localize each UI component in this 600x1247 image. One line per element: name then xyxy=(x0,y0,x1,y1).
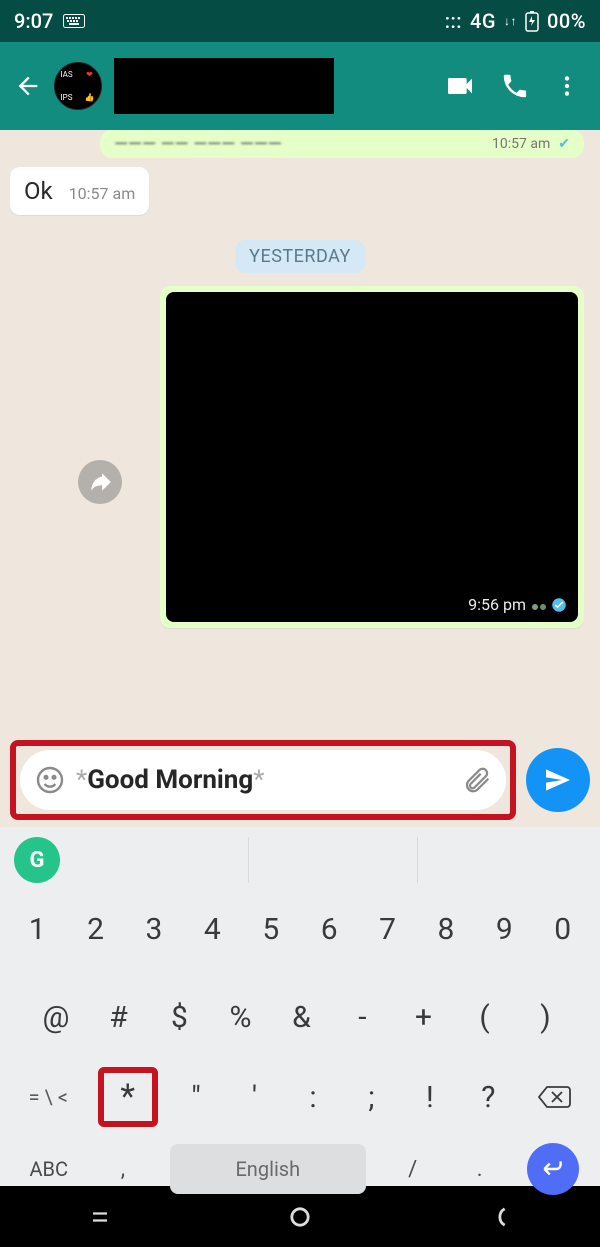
signal-icon: ::: xyxy=(445,9,462,33)
key-backspace[interactable] xyxy=(527,1079,583,1115)
format-asterisk: * xyxy=(253,765,264,795)
key-7[interactable]: 7 xyxy=(368,908,408,951)
arrows-icon: ↓↑ xyxy=(504,14,517,28)
video-call-button[interactable] xyxy=(438,64,482,108)
incoming-image-message[interactable]: 9:56 pm xyxy=(160,286,584,628)
key-row-bottom: ABC , English / . xyxy=(0,1139,600,1199)
key-comma[interactable]: , xyxy=(103,1153,143,1186)
delivered-icon: ✔ xyxy=(558,136,570,152)
message-input-pill[interactable]: * Good Morning * xyxy=(20,750,506,810)
key-row-numbers: 1 2 3 4 5 6 7 8 9 0 xyxy=(0,899,600,959)
key-5[interactable]: 5 xyxy=(251,908,291,951)
nav-recents-button[interactable] xyxy=(86,1203,114,1231)
forward-button[interactable] xyxy=(78,460,122,504)
key-6[interactable]: 6 xyxy=(309,908,349,951)
key-semicolon[interactable]: ; xyxy=(351,1076,391,1119)
key-8[interactable]: 8 xyxy=(426,908,466,951)
key-slash[interactable]: / xyxy=(393,1153,433,1186)
keyboard-indicator-icon xyxy=(63,14,85,28)
key-at[interactable]: @ xyxy=(35,996,78,1039)
message-time: 10:57 am xyxy=(492,136,550,152)
key-row-symbols-1: @ # $ % & - + ( ) xyxy=(0,985,600,1049)
key-squote[interactable]: ' xyxy=(235,1076,275,1119)
typed-text: Good Morning xyxy=(87,765,253,795)
key-question[interactable]: ? xyxy=(468,1076,508,1119)
send-button[interactable] xyxy=(526,748,590,812)
tutorial-highlight-asterisk-key[interactable]: * xyxy=(98,1067,158,1127)
contact-avatar[interactable]: IAS❤IPS👍 xyxy=(54,62,102,110)
message-time: 10:57 am xyxy=(69,184,136,203)
compose-bar: * Good Morning * xyxy=(0,733,600,827)
key-2[interactable]: 2 xyxy=(76,908,116,951)
key-asterisk: * xyxy=(120,1077,135,1117)
message-text: Ok xyxy=(24,177,53,205)
key-spacebar[interactable]: English xyxy=(170,1144,366,1194)
key-4[interactable]: 4 xyxy=(192,908,232,951)
status-dots-icon xyxy=(530,595,546,614)
key-period[interactable]: . xyxy=(460,1153,500,1186)
message-time: 9:56 pm xyxy=(468,595,526,614)
key-minus[interactable]: - xyxy=(342,996,382,1039)
key-exclaim[interactable]: ! xyxy=(410,1076,450,1119)
key-abc[interactable]: ABC xyxy=(21,1153,76,1185)
battery-pct: 00% xyxy=(547,9,586,33)
key-more-symbols[interactable]: = \ < xyxy=(17,1081,79,1113)
outgoing-message[interactable]: Ok 10:57 am xyxy=(10,167,149,215)
message-input[interactable]: * Good Morning * xyxy=(76,765,452,795)
grammarly-icon[interactable]: G xyxy=(14,837,60,883)
key-lparen[interactable]: ( xyxy=(464,996,504,1039)
chat-pane[interactable]: ——— —— ——— ——— 10:57 am ✔ Ok 10:57 am YE… xyxy=(0,130,600,733)
voice-call-button[interactable] xyxy=(494,65,536,107)
chat-app-bar: IAS❤IPS👍 xyxy=(0,42,600,130)
message-text-blurred: ——— —— ——— ——— xyxy=(114,134,484,155)
status-bar: 9:07 ::: 4G ↓↑ 00% xyxy=(0,0,600,42)
key-0[interactable]: 0 xyxy=(543,908,583,951)
read-receipt-icon xyxy=(550,596,568,614)
key-colon[interactable]: : xyxy=(293,1076,333,1119)
format-asterisk: * xyxy=(76,765,87,795)
key-percent[interactable]: % xyxy=(220,996,260,1039)
emoji-button[interactable] xyxy=(34,764,66,796)
key-row-symbols-2: = \ < * " ' : ; ! ? xyxy=(0,1065,600,1129)
key-9[interactable]: 9 xyxy=(484,908,524,951)
image-attachment-redacted[interactable]: 9:56 pm xyxy=(166,292,578,622)
nav-back-button[interactable] xyxy=(486,1203,514,1231)
contact-name-redacted[interactable] xyxy=(114,58,334,114)
more-menu-button[interactable] xyxy=(548,67,586,105)
attach-button[interactable] xyxy=(462,765,492,795)
key-dquote[interactable]: " xyxy=(176,1076,216,1119)
key-dollar[interactable]: $ xyxy=(159,996,199,1039)
date-separator: YESTERDAY xyxy=(235,240,365,273)
key-hash[interactable]: # xyxy=(98,996,138,1039)
suggestion-strip[interactable] xyxy=(80,837,586,883)
back-button[interactable] xyxy=(14,72,42,100)
key-3[interactable]: 3 xyxy=(134,908,174,951)
nav-home-button[interactable] xyxy=(286,1203,314,1231)
network-label: 4G xyxy=(470,9,496,33)
key-plus[interactable]: + xyxy=(403,996,443,1039)
battery-icon xyxy=(525,10,539,32)
tutorial-highlight-input: * Good Morning * xyxy=(10,740,516,820)
incoming-message-partial[interactable]: ——— —— ——— ——— 10:57 am ✔ xyxy=(100,130,584,158)
soft-keyboard: G 1 2 3 4 5 6 7 8 9 0 @ # $ % & - + ( ) … xyxy=(0,827,600,1186)
key-rparen[interactable]: ) xyxy=(525,996,565,1039)
clock: 9:07 xyxy=(14,9,53,33)
key-ampersand[interactable]: & xyxy=(281,996,321,1039)
key-enter[interactable] xyxy=(527,1143,579,1195)
spacebar-label: English xyxy=(235,1157,300,1181)
key-1[interactable]: 1 xyxy=(17,908,57,951)
